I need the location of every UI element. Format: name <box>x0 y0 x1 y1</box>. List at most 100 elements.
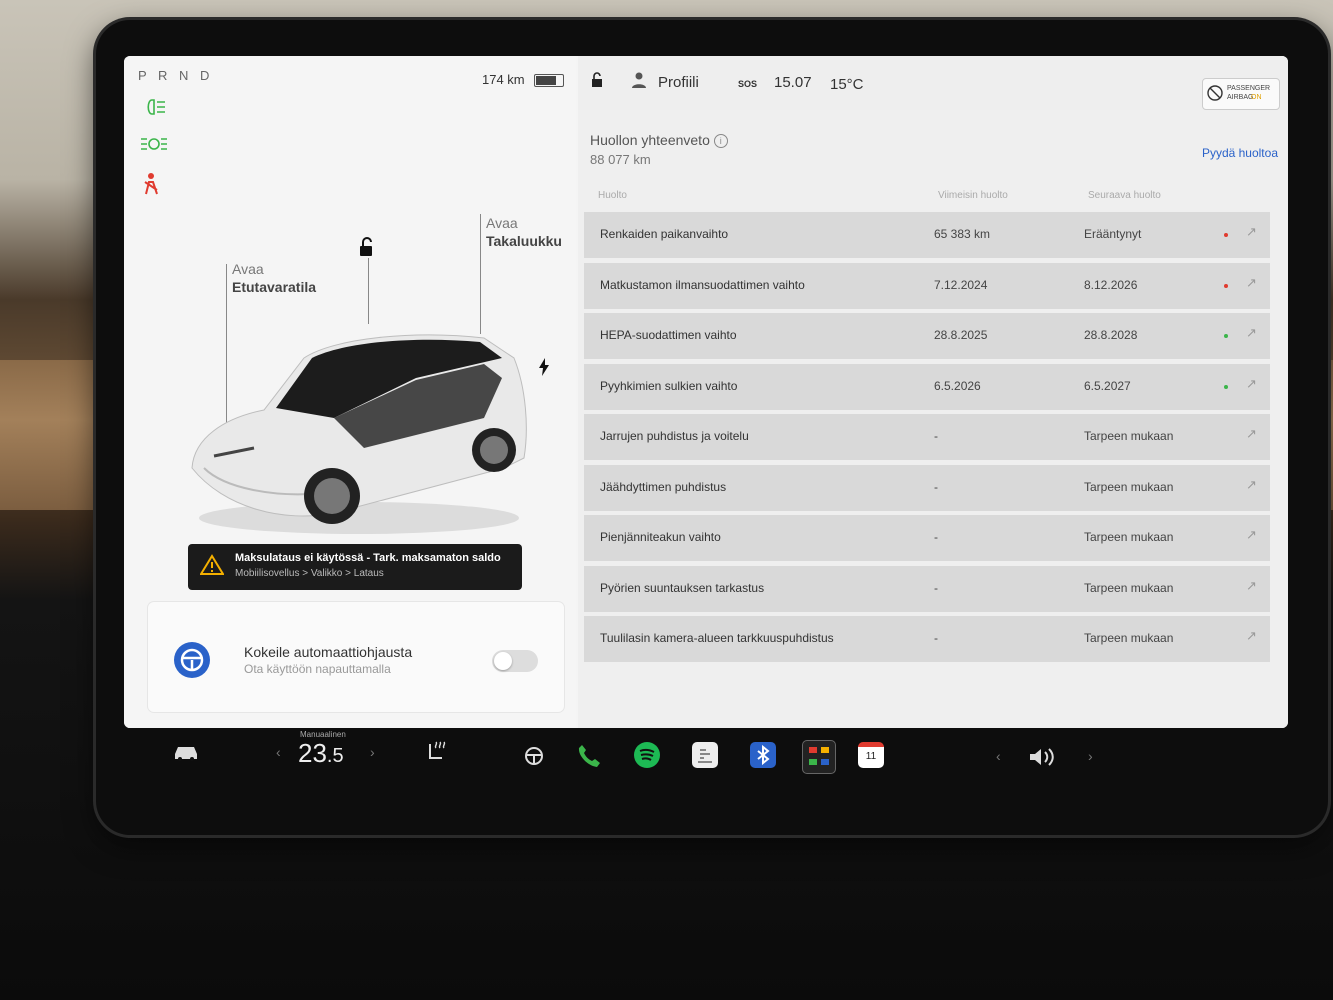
cabin-temperature[interactable]: 23.5 <box>298 738 344 769</box>
service-title: Huollon yhteenveto <box>590 132 710 148</box>
temp-decimal: .5 <box>326 745 344 767</box>
service-row[interactable]: Renkaiden paikanvaihto 65 383 km Erääntyny… <box>584 212 1270 258</box>
toybox-icon[interactable] <box>802 740 836 774</box>
status-dot <box>1224 384 1228 389</box>
autosteer-subtitle: Ota käyttöön napauttamalla <box>244 662 391 676</box>
lock-icon[interactable] <box>590 72 604 91</box>
alert-title: Maksulataus ei käytössä - Tark. maksamat… <box>235 552 501 564</box>
service-name: Pyyhkimien sulkien vaihto <box>600 378 738 393</box>
service-row[interactable]: HEPA-suodattimen vaihto 28.8.2025 28.8.202… <box>584 313 1270 359</box>
trunk-callout[interactable]: Avaa Takaluukku <box>486 214 562 250</box>
frunk-callout[interactable]: Avaa Etutavaratila <box>232 260 316 296</box>
open-arrow-icon[interactable]: ↗ <box>1246 376 1257 392</box>
bottom-dock: ‹ Manuaalinen 23.5 › 11 ‹ › <box>124 730 1288 792</box>
volume-up-chevron[interactable]: › <box>1088 748 1093 764</box>
service-name: Renkaiden paikanvaihto <box>600 227 729 241</box>
open-arrow-icon[interactable]: ↗ <box>1246 275 1257 291</box>
airbag-line1: PASSENGER <box>1227 85 1271 92</box>
service-row[interactable]: Tuulilasin kamera-alueen tarkkuuspuhdist… <box>584 616 1270 662</box>
service-row[interactable]: Jäähdyttimen puhdistus - Tarpeen mukaan ↗ <box>584 464 1270 511</box>
sos-button[interactable]: SOS <box>738 79 757 89</box>
alert-path: Mobiilisovellus > Valikko > Lataus <box>235 568 384 579</box>
unlock-icon[interactable] <box>356 236 376 263</box>
headlight-icon <box>140 98 166 121</box>
calendar-icon[interactable]: 11 <box>858 742 884 768</box>
spotify-icon[interactable] <box>634 742 660 768</box>
request-service-button[interactable]: Pyydä huoltoa <box>1202 146 1278 160</box>
profile-icon[interactable] <box>632 72 646 91</box>
open-arrow-icon[interactable]: ↗ <box>1246 426 1257 442</box>
last-service: - <box>934 479 938 494</box>
service-row[interactable]: Jarrujen puhdistus ja voitelu - Tarpeen mu… <box>584 414 1270 460</box>
phone-icon[interactable] <box>576 742 602 768</box>
frunk-action: Avaa <box>232 261 264 277</box>
last-service: - <box>934 429 938 443</box>
open-arrow-icon[interactable]: ↗ <box>1246 325 1257 341</box>
last-service: 7.12.2024 <box>934 277 988 292</box>
airbag-icon <box>1207 85 1223 103</box>
service-row[interactable]: Pyyhkimien sulkien vaihto 6.5.2026 6.5.202… <box>584 363 1270 410</box>
temp-up-chevron[interactable]: › <box>370 744 375 760</box>
open-arrow-icon[interactable]: ↗ <box>1246 224 1257 240</box>
next-service: Tarpeen mukaan <box>1084 631 1174 645</box>
bluetooth-icon[interactable] <box>750 742 776 768</box>
energy-app-icon[interactable] <box>692 742 718 768</box>
service-name: Jarrujen puhdistus ja voitelu <box>600 429 749 443</box>
service-name: Jäähdyttimen puhdistus <box>600 479 727 494</box>
next-service: Tarpeen mukaan <box>1084 580 1174 595</box>
airbag-line2: AIRBAG <box>1227 94 1254 101</box>
temp-whole: 23 <box>298 738 327 768</box>
info-icon[interactable]: i <box>713 134 728 149</box>
open-arrow-icon[interactable]: ↗ <box>1246 628 1257 644</box>
calendar-day: 11 <box>865 751 877 762</box>
autosteer-toggle[interactable] <box>492 650 538 672</box>
outside-temp: 15°C <box>830 76 864 93</box>
trunk-label: Takaluukku <box>486 233 562 249</box>
service-name: HEPA-suodattimen vaihto <box>600 328 737 342</box>
service-name: Pienjänniteakun vaihto <box>600 530 721 544</box>
frunk-label: Etutavaratila <box>232 279 317 295</box>
status-dot <box>1224 334 1228 338</box>
volume-down-chevron[interactable]: ‹ <box>996 748 1001 764</box>
range-readout: 174 km <box>482 72 525 87</box>
service-name: Pyörien suuntauksen tarkastus <box>600 580 765 595</box>
passenger-airbag-indicator: PASSENGER AIRBAG ON <box>1202 78 1280 110</box>
gear-indicator: P R N D <box>138 68 214 83</box>
car-icon[interactable] <box>172 742 200 767</box>
service-row[interactable]: Matkustamon ilmansuodattimen vaihto 7.12.… <box>584 262 1270 309</box>
last-service: - <box>934 530 938 544</box>
temp-down-chevron[interactable]: ‹ <box>276 744 281 760</box>
last-service: - <box>934 580 938 595</box>
service-panel: Profiili SOS 15.07 15°C PASSENGER AIRBAG… <box>578 56 1288 728</box>
open-arrow-icon[interactable]: ↗ <box>1246 578 1257 594</box>
status-bar: Profiili SOS 15.07 15°C PASSENGER AIRBAG… <box>578 56 1288 110</box>
next-service: Tarpeen mukaan <box>1084 429 1174 443</box>
parking-lights-icon <box>140 136 168 157</box>
door-line <box>368 258 369 324</box>
status-dot <box>1224 233 1228 237</box>
charge-port-icon[interactable] <box>538 358 550 381</box>
autosteer-card[interactable]: Kokeile automaattiohjausta Ota käyttöön … <box>148 602 564 712</box>
seat-heater-icon[interactable] <box>426 740 448 769</box>
next-service: 8.12.2026 <box>1084 277 1138 292</box>
col-header-next: Seuraava huolto <box>1088 190 1161 201</box>
service-row[interactable]: Pienjänniteakun vaihto - Tarpeen mukaan ↗ <box>584 515 1270 561</box>
autosteer-title: Kokeile automaattiohjausta <box>244 644 413 660</box>
next-service: 28.8.2028 <box>1084 328 1138 342</box>
last-service: 28.8.2025 <box>934 328 988 342</box>
open-arrow-icon[interactable]: ↗ <box>1246 477 1257 493</box>
steering-heater-icon[interactable] <box>522 742 546 771</box>
col-header-service: Huolto <box>598 190 627 201</box>
profile-label[interactable]: Profiili <box>658 74 699 91</box>
next-service: 6.5.2027 <box>1084 378 1131 393</box>
service-name: Matkustamon ilmansuodattimen vaihto <box>600 277 805 292</box>
last-service: - <box>934 631 938 645</box>
open-arrow-icon[interactable]: ↗ <box>1246 527 1257 543</box>
service-summary-title: Huollon yhteenveto i <box>590 132 728 149</box>
volume-icon[interactable] <box>1028 746 1058 773</box>
vehicle-panel: P R N D 174 km Avaa Etutavaratila Avaa T… <box>124 56 576 728</box>
last-service: 65 383 km <box>934 227 991 241</box>
service-row[interactable]: Pyörien suuntauksen tarkastus - Tarpeen mu… <box>584 565 1270 612</box>
next-service: Erääntynyt <box>1084 227 1142 241</box>
payment-alert[interactable]: Maksulataus ei käytössä - Tark. maksamat… <box>188 544 522 590</box>
